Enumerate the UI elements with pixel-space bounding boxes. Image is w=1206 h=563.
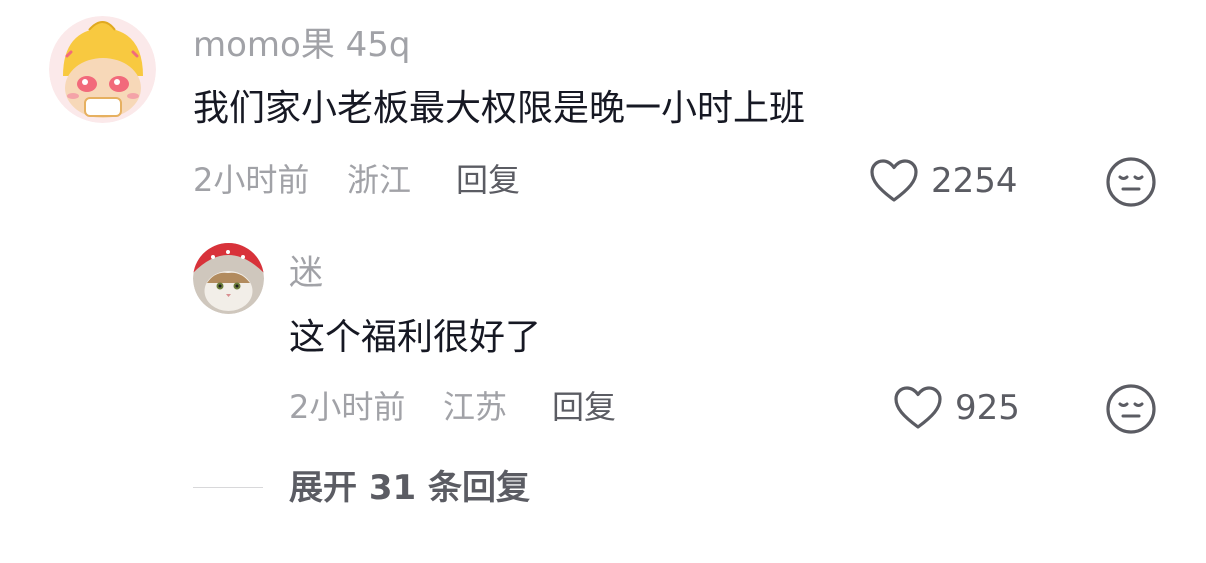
comment-dislike-button[interactable] bbox=[1105, 156, 1157, 208]
cartoon-duck-avatar-icon[interactable] bbox=[49, 16, 156, 123]
reply-dislike-button[interactable] bbox=[1105, 383, 1157, 435]
comment-text: 我们家小老板最大权限是晚一小时上班 bbox=[193, 88, 806, 129]
comment-like-button[interactable]: 2254 bbox=[869, 158, 1018, 204]
comment-location: 浙江 bbox=[347, 161, 412, 199]
reply-location: 江苏 bbox=[443, 388, 508, 426]
comment-time: 2小时前 bbox=[193, 161, 310, 199]
comment-username[interactable]: momo果 45q bbox=[193, 25, 411, 65]
reply-text: 这个福利很好了 bbox=[289, 317, 542, 358]
reply-time: 2小时前 bbox=[289, 388, 406, 426]
heart-icon bbox=[869, 158, 919, 204]
reply-reply-button[interactable]: 回复 bbox=[552, 387, 616, 427]
meh-face-icon bbox=[1105, 156, 1157, 208]
reply-like-count: 925 bbox=[955, 388, 1020, 428]
reply-like-button[interactable]: 925 bbox=[893, 385, 1020, 431]
expand-divider bbox=[193, 487, 263, 488]
reply-username[interactable]: 迷 bbox=[289, 253, 323, 293]
heart-icon bbox=[893, 385, 943, 431]
comment-reply-button[interactable]: 回复 bbox=[456, 160, 520, 200]
expand-replies-button[interactable]: 展开 31 条回复 bbox=[289, 466, 530, 510]
comment-like-count: 2254 bbox=[931, 161, 1018, 201]
cat-with-red-bandana-avatar-icon[interactable] bbox=[193, 243, 264, 314]
meh-face-icon bbox=[1105, 383, 1157, 435]
